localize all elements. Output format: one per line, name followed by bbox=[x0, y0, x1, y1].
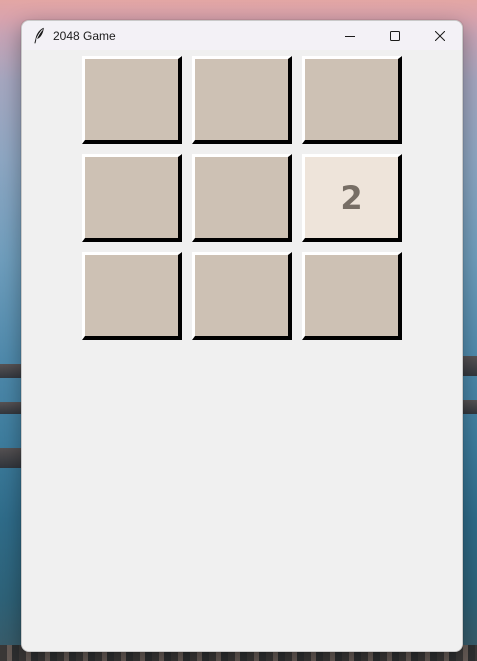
minimize-icon bbox=[344, 26, 355, 45]
tile-r1-c1 bbox=[192, 154, 292, 242]
tile-r1-c2: 2 bbox=[302, 154, 402, 242]
tile-r1-c0 bbox=[82, 154, 182, 242]
game-board: 2 bbox=[82, 56, 402, 340]
maximize-button[interactable] bbox=[372, 21, 417, 50]
background-pier-left-bottom bbox=[0, 448, 22, 468]
close-button[interactable] bbox=[417, 21, 462, 50]
maximize-icon bbox=[389, 26, 400, 45]
caption-buttons bbox=[327, 21, 462, 50]
tile-r2-c1 bbox=[192, 252, 292, 340]
background-pier-left bbox=[0, 364, 22, 378]
tile-r0-c1 bbox=[192, 56, 292, 144]
tile-r2-c0 bbox=[82, 252, 182, 340]
feather-icon bbox=[32, 27, 46, 45]
background-pier-right-lower bbox=[461, 400, 477, 414]
window-title: 2048 Game bbox=[53, 28, 116, 43]
title-bar[interactable]: 2048 Game bbox=[22, 21, 462, 50]
tile-r0-c2 bbox=[302, 56, 402, 144]
game-window: 2048 Game 2 bbox=[21, 20, 463, 652]
tile-r0-c0 bbox=[82, 56, 182, 144]
background-pier-left-lower bbox=[0, 402, 22, 414]
game-area: 2 bbox=[22, 50, 462, 651]
close-icon bbox=[434, 26, 445, 45]
minimize-button[interactable] bbox=[327, 21, 372, 50]
tile-r2-c2 bbox=[302, 252, 402, 340]
background-pier-right bbox=[461, 356, 477, 376]
